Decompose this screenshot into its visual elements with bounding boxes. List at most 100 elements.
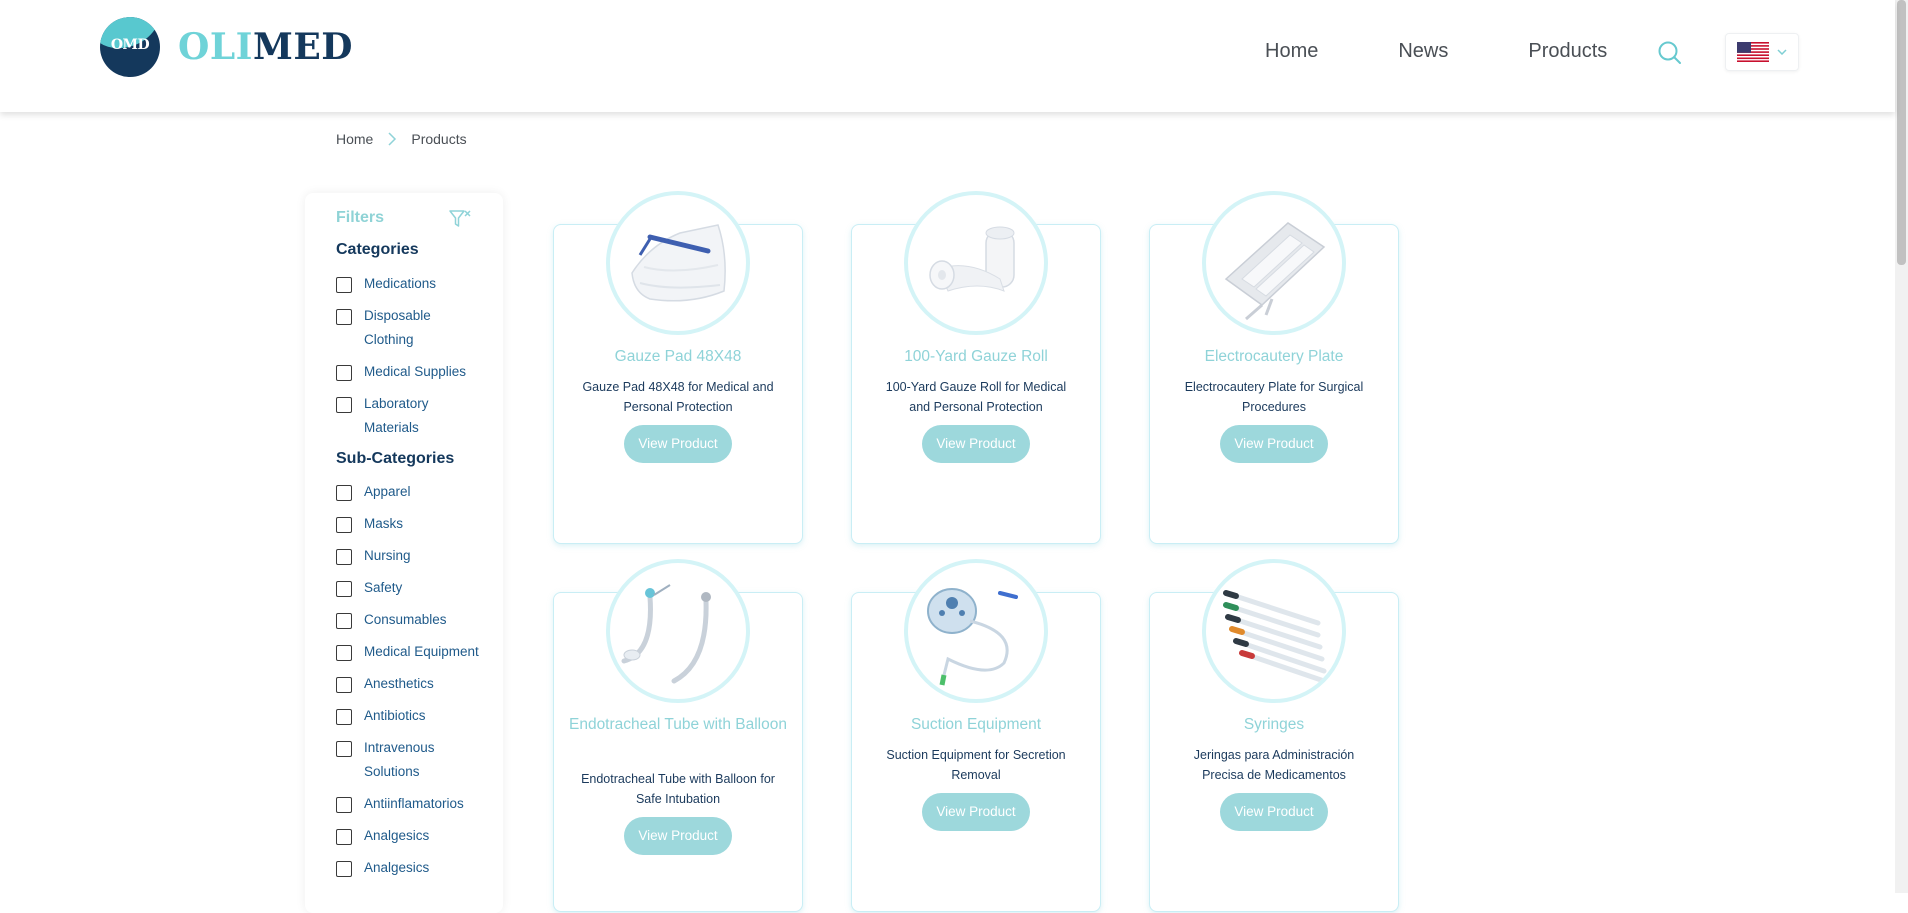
filter-label: Masks — [364, 516, 404, 531]
subcategory-filter-anesthetics[interactable]: Anesthetics — [336, 675, 476, 696]
category-filter-medical-supplies[interactable]: Medical Supplies — [336, 363, 476, 384]
filter-label: Intravenous Solutions — [364, 740, 435, 779]
filter-label: Medical Equipment — [364, 644, 479, 659]
filters-title: Filters — [336, 209, 385, 226]
logo-text-med: MED — [253, 26, 354, 68]
chevron-right-icon — [388, 132, 397, 146]
filter-label: Antibiotics — [364, 708, 426, 723]
category-filter-medications[interactable]: Medications — [336, 275, 476, 296]
filters-sidebar: Filters Categories Medications Disposabl… — [305, 193, 503, 913]
view-product-button[interactable]: View Product — [1220, 793, 1328, 831]
product-description: Endotracheal Tube with Balloon for Safe … — [581, 772, 775, 806]
checkbox[interactable] — [336, 741, 352, 757]
filter-label: Medications — [364, 276, 437, 291]
checkbox[interactable] — [336, 613, 352, 629]
product-card[interactable]: Endotracheal Tube with Balloon Endotrach… — [553, 559, 803, 912]
filter-label: Disposable Clothing — [364, 308, 431, 347]
filter-label: Consumables — [364, 612, 447, 627]
page-scrollbar[interactable] — [1895, 0, 1908, 893]
syringes-image — [1202, 559, 1346, 703]
site-header: OMD OLIMED Home News Products — [0, 0, 1895, 112]
product-description: Gauze Pad 48X48 for Medical and Personal… — [582, 380, 774, 414]
nav-products[interactable]: Products — [1528, 40, 1607, 63]
filter-label: Antiinflamatorios — [364, 796, 464, 811]
logo-mark: OMD — [100, 17, 160, 77]
view-product-button[interactable]: View Product — [922, 425, 1030, 463]
product-card[interactable]: Suction Equipment Suction Equipment for … — [851, 559, 1101, 912]
product-title[interactable]: Syringes — [1164, 713, 1384, 737]
category-filter-laboratory-materials[interactable]: Laboratory Materials — [336, 395, 476, 440]
subcategory-filter-antibiotics[interactable]: Antibiotics — [336, 707, 476, 728]
checkbox[interactable] — [336, 309, 352, 325]
scrollbar-thumb[interactable] — [1897, 0, 1906, 265]
product-description: Electrocautery Plate for Surgical Proced… — [1184, 380, 1364, 414]
checkbox[interactable] — [336, 485, 352, 501]
subcategory-filter-masks[interactable]: Masks — [336, 515, 476, 536]
filter-label: Analgesics — [364, 860, 430, 875]
checkbox[interactable] — [336, 277, 352, 293]
site-logo[interactable]: OMD OLIMED — [100, 17, 353, 77]
product-card[interactable]: Syringes Jeringas para Administración Pr… — [1149, 559, 1399, 912]
suction-equipment-image — [904, 559, 1048, 703]
product-title[interactable]: 100-Yard Gauze Roll — [866, 345, 1086, 369]
product-title[interactable]: Endotracheal Tube with Balloon — [568, 713, 788, 737]
filter-label: Analgesics — [364, 828, 430, 843]
subcategory-filter-medical-equipment[interactable]: Medical Equipment — [336, 643, 494, 664]
view-product-button[interactable]: View Product — [1220, 425, 1328, 463]
product-title[interactable]: Suction Equipment — [866, 713, 1086, 737]
checkbox[interactable] — [336, 517, 352, 533]
filter-label: Nursing — [364, 548, 411, 563]
filter-label: Laboratory Materials — [364, 396, 429, 435]
subcategory-filter-nursing[interactable]: Nursing — [336, 547, 476, 568]
product-description: Suction Equipment for Secretion Removal — [886, 748, 1066, 782]
gauze-roll-image — [904, 191, 1048, 335]
chevron-down-icon — [1777, 49, 1787, 55]
main-nav: Home News Products — [1265, 40, 1607, 63]
breadcrumb: Home Products — [336, 131, 467, 147]
product-card[interactable]: 100-Yard Gauze Roll 100-Yard Gauze Roll … — [851, 191, 1101, 544]
product-description: Jeringas para Administración Precisa de … — [1193, 748, 1355, 782]
product-card[interactable]: Electrocautery Plate Electrocautery Plat… — [1149, 191, 1399, 544]
nav-news[interactable]: News — [1398, 40, 1448, 63]
electrocautery-plate-image — [1202, 191, 1346, 335]
product-title[interactable]: Gauze Pad 48X48 — [568, 345, 788, 369]
filter-label: Medical Supplies — [364, 364, 467, 379]
subcategory-filter-analgesics-2[interactable]: Analgesics — [336, 859, 476, 880]
product-card[interactable]: Gauze Pad 48X48 Gauze Pad 48X48 for Medi… — [553, 191, 803, 544]
checkbox[interactable] — [336, 829, 352, 845]
checkbox[interactable] — [336, 677, 352, 693]
view-product-button[interactable]: View Product — [922, 793, 1030, 831]
endotracheal-tube-image — [606, 559, 750, 703]
checkbox[interactable] — [336, 397, 352, 413]
search-icon[interactable] — [1657, 40, 1683, 66]
filter-label: Safety — [364, 580, 403, 595]
subcategory-filter-apparel[interactable]: Apparel — [336, 483, 476, 504]
subcategory-filter-intravenous-solutions[interactable]: Intravenous Solutions — [336, 739, 476, 784]
nav-home[interactable]: Home — [1265, 40, 1318, 63]
gauze-pad-image — [606, 191, 750, 335]
category-filter-disposable-clothing[interactable]: Disposable Clothing — [336, 307, 476, 352]
view-product-button[interactable]: View Product — [624, 817, 732, 855]
checkbox[interactable] — [336, 861, 352, 877]
subcategory-filter-antiinflamatorios[interactable]: Antiinflamatorios — [336, 795, 476, 816]
language-selector[interactable] — [1725, 33, 1799, 71]
checkbox[interactable] — [336, 797, 352, 813]
checkbox[interactable] — [336, 365, 352, 381]
checkbox[interactable] — [336, 645, 352, 661]
checkbox[interactable] — [336, 581, 352, 597]
subcategory-filter-consumables[interactable]: Consumables — [336, 611, 476, 632]
checkbox[interactable] — [336, 709, 352, 725]
view-product-button[interactable]: View Product — [624, 425, 732, 463]
filter-label: Apparel — [364, 484, 411, 499]
breadcrumb-home[interactable]: Home — [336, 131, 373, 147]
subcategory-filter-safety[interactable]: Safety — [336, 579, 476, 600]
logo-text-oli: OLI — [178, 26, 254, 68]
filter-label: Anesthetics — [364, 676, 434, 691]
clear-filters-icon[interactable] — [448, 208, 472, 230]
logo-wordmark: OLIMED — [178, 26, 353, 68]
subcategories-title: Sub-Categories — [336, 450, 455, 467]
product-title[interactable]: Electrocautery Plate — [1164, 345, 1384, 369]
checkbox[interactable] — [336, 549, 352, 565]
subcategory-filter-analgesics[interactable]: Analgesics — [336, 827, 476, 848]
us-flag-icon — [1737, 42, 1769, 62]
